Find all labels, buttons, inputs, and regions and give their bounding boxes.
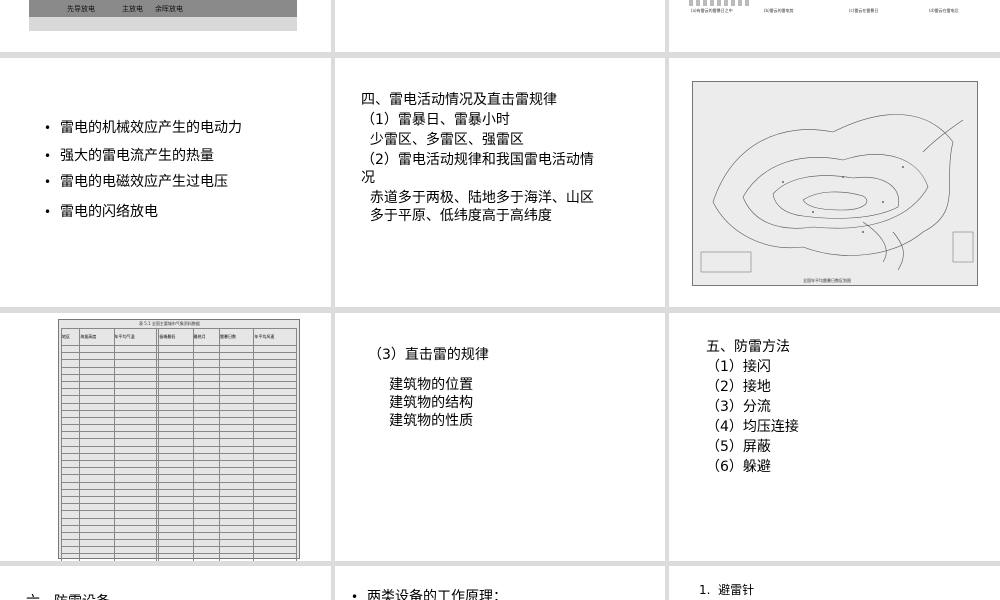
- china-thunderstorm-map: 全国年平均雷暴日数区划图: [692, 81, 978, 286]
- bullet-item: • 强大的雷电流产生的热量: [44, 148, 214, 164]
- table-header: 极端最低: [158, 328, 194, 346]
- slide-line: 况: [361, 170, 375, 186]
- slide-line: （1）接闪: [706, 359, 771, 375]
- slide-line: （6）躲避: [706, 459, 771, 475]
- slide-thumbnail-r3c1[interactable]: 表 5.1 全国主要城市气象资料数据 地区 海拔高度 年平均气温 极端最低 最热月 雷暴日…: [0, 313, 331, 561]
- slide-thumbnail-r3c3[interactable]: 五、防雷方法 （1）接闪 （2）接地 （3）分流 （4）均压连接 （5）屏蔽 （…: [669, 313, 1000, 561]
- table-header: 年平均气温: [113, 328, 158, 346]
- slide-line: （2）接地: [706, 379, 771, 395]
- slide-thumbnail-r1c3[interactable]: (a)有雷云的雷暴日之中 (b)雷云的雷电势 (c)雷云在雷暴日 (d)雷云在雷…: [669, 0, 1000, 52]
- slide-thumbnail-r1c1[interactable]: 先导放电 主放电 余晖放电: [0, 0, 331, 52]
- fig-caption-main: 主放电: [122, 5, 143, 13]
- table-header: 年平均风速: [253, 328, 297, 346]
- slide-line: （3）分流: [706, 399, 771, 415]
- slide-line: 建筑物的结构: [358, 395, 474, 411]
- slide-line: 1. 避雷针: [699, 583, 755, 597]
- slide-thumbnail-r3c2[interactable]: （3）直击雷的规律 建筑物的位置 建筑物的结构 建筑物的性质: [335, 313, 665, 561]
- table-caption: 表 5.1 全国主要城市气象资料数据: [139, 321, 200, 326]
- map-caption: 全国年平均雷暴日数区划图: [803, 278, 851, 283]
- fig-caption-afterglow: 余晖放电: [155, 5, 183, 13]
- fig-caption-b: (b)雷云的雷电势: [764, 8, 794, 13]
- table-header: 地区: [60, 328, 81, 346]
- map-graphic: [700, 114, 974, 273]
- slide-line: 六、防雷设备: [26, 592, 110, 600]
- fig-caption-c: (c)雷云在雷暴日: [849, 8, 879, 13]
- slide-line: （3）直击雷的规律: [368, 347, 489, 363]
- fig-caption-d: (d)雷云在雷电后: [929, 8, 959, 13]
- fig-caption-a: (a)有雷云的雷暴日之中: [691, 8, 733, 13]
- slide-line: （5）屏蔽: [706, 439, 771, 455]
- slide-thumbnail-r2c3[interactable]: 全国年平均雷暴日数区划图: [669, 58, 1000, 307]
- bullet-item: • 雷电的闪络放电: [44, 204, 158, 220]
- bullet-item: • 两类设备的工作原理：: [351, 588, 507, 600]
- slide-line: 赤道多于两极、陆地多于海洋、山区: [361, 190, 594, 206]
- bullet-item: • 雷电的机械效应产生的电动力: [44, 120, 242, 136]
- slide-line: 四、雷电活动情况及直击雷规律: [361, 92, 557, 108]
- bullet-text: 雷电的电磁效应产生过电压: [60, 174, 228, 190]
- slide-thumbnail-r4c3[interactable]: 1. 避雷针: [669, 566, 1000, 600]
- data-table: 地区 海拔高度 年平均气温 极端最低 最热月 雷暴日数 年平均风速: [60, 328, 297, 561]
- table-header: 雷暴日数: [218, 328, 255, 346]
- slide-thumbnail-r2c2[interactable]: 四、雷电活动情况及直击雷规律 （1）雷暴日、雷暴小时 少雷区、多雷区、强雷区 （…: [335, 58, 665, 307]
- bullet-text: 雷电的闪络放电: [60, 204, 158, 220]
- slide-thumbnail-r1c2[interactable]: [335, 0, 665, 52]
- cloud-figure-strip: [689, 0, 749, 6]
- table-header: 海拔高度: [79, 328, 115, 346]
- slide-line: （2）雷电活动规律和我国雷电活动情: [361, 152, 594, 168]
- slide-line: （1）雷暴日、雷暴小时: [361, 112, 510, 128]
- slide-line: （4）均压连接: [706, 419, 799, 435]
- bullet-text: 两类设备的工作原理：: [367, 589, 507, 600]
- climate-data-table-image: 表 5.1 全国主要城市气象资料数据 地区 海拔高度 年平均气温 极端最低 最热月 雷暴日…: [58, 319, 300, 561]
- slide-thumbnail-r2c1[interactable]: • 雷电的机械效应产生的电动力 • 强大的雷电流产生的热量 • 雷电的电磁效应产生过电…: [0, 58, 331, 307]
- slide-line: 多于平原、低纬度高于高纬度: [361, 208, 552, 224]
- slide-line: 少雷区、多雷区、强雷区: [361, 132, 524, 148]
- bullet-text: 强大的雷电流产生的热量: [60, 148, 214, 164]
- slide-line: 五、防雷方法: [706, 339, 790, 355]
- slide-thumbnail-r4c2[interactable]: • 两类设备的工作原理：: [335, 566, 665, 600]
- bullet-item: • 雷电的电磁效应产生过电压: [44, 174, 228, 190]
- slide-line: 建筑物的性质: [358, 413, 474, 429]
- slide-line: 建筑物的位置: [358, 377, 474, 393]
- fig-caption-leader: 先导放电: [67, 5, 95, 13]
- bullet-text: 雷电的机械效应产生的电动力: [60, 120, 242, 136]
- slide-thumbnail-r4c1[interactable]: 六、防雷设备: [0, 566, 331, 600]
- table-header: 最热月: [192, 328, 220, 346]
